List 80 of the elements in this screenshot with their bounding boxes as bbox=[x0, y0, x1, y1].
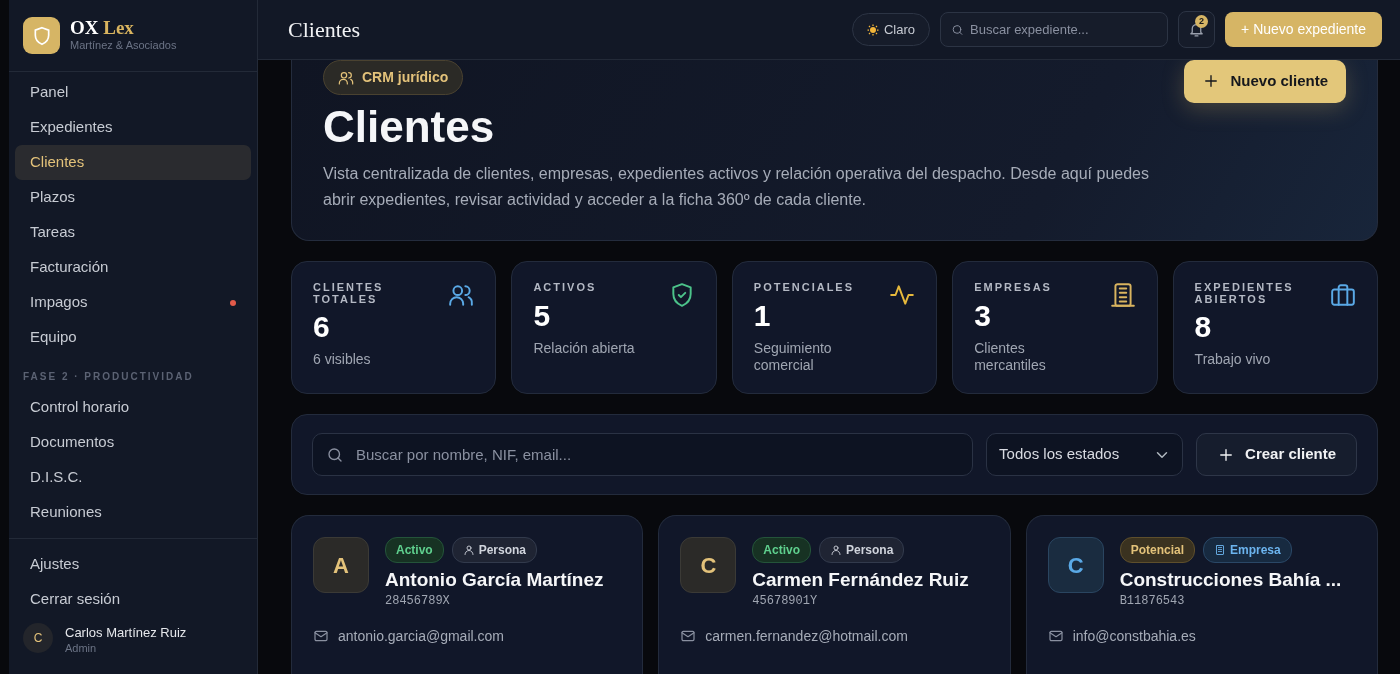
type-label: Persona bbox=[846, 542, 894, 560]
client-name: Construcciones Bahía ... bbox=[1119, 569, 1342, 592]
stat-note: Seguimiento comercial bbox=[753, 339, 833, 374]
nav-item[interactable]: Tareas bbox=[15, 215, 251, 250]
client-card[interactable]: C Potencial Empresa Construcciones Bahía ... B11876543 info@constbahia.es bbox=[1025, 515, 1378, 674]
section-label: FASE 2 · PRODUCTIVIDAD bbox=[22, 370, 195, 384]
search-icon bbox=[951, 23, 965, 36]
person-icon bbox=[462, 544, 475, 557]
client-card[interactable]: A Activo Persona Antonio García Martínez 28456789X antonio.garcia@gmail.com bbox=[291, 515, 644, 674]
client-name: Carmen Fernández Ruiz bbox=[752, 569, 969, 592]
sun-icon bbox=[867, 23, 879, 36]
nav-item[interactable]: Documentos bbox=[15, 425, 251, 460]
client-nif: 45678901Y bbox=[752, 593, 819, 610]
user-name: Carlos Martínez Ruiz bbox=[65, 624, 187, 642]
stat-note: 6 visibles bbox=[313, 351, 372, 369]
status-badge: Potencial bbox=[1119, 537, 1195, 564]
nav-item[interactable]: Facturación bbox=[15, 250, 251, 285]
stat-value: 6 bbox=[313, 309, 331, 346]
nav-item[interactable]: Impagos bbox=[15, 285, 251, 320]
users-icon bbox=[338, 69, 354, 86]
nav-item[interactable]: Plazos bbox=[15, 180, 251, 215]
users-icon bbox=[448, 282, 475, 309]
stat-label: EMPRESAS bbox=[974, 282, 1053, 294]
nav-item[interactable]: Panel bbox=[15, 75, 251, 110]
user-avatar: C bbox=[23, 623, 53, 654]
client-card[interactable]: C Activo Persona Carmen Fernández Ruiz 45678901Y carmen.fernandez@hotmail.com bbox=[658, 515, 1011, 674]
building-icon bbox=[1109, 282, 1136, 309]
user-role: Admin bbox=[65, 642, 98, 654]
client-email: info@constbahia.es bbox=[1072, 627, 1196, 646]
stat-value: 5 bbox=[533, 297, 552, 334]
nav-item[interactable]: Reuniones bbox=[15, 495, 251, 530]
nav-item[interactable]: Equipo bbox=[15, 320, 251, 355]
stat-value: 1 bbox=[753, 297, 772, 334]
nav-item[interactable]: Control horario bbox=[15, 390, 251, 425]
type-label: Persona bbox=[478, 542, 527, 560]
person-icon bbox=[830, 544, 842, 557]
nav-item[interactable]: Ajustes bbox=[15, 547, 251, 582]
stat-label: EXPEDIENTES ABIERTOS bbox=[1194, 282, 1295, 306]
client-avatar: C bbox=[680, 537, 737, 594]
stat-note: Clientes mercantiles bbox=[974, 339, 1047, 374]
new-client-button[interactable]: Nuevo cliente bbox=[1184, 60, 1346, 103]
status-select[interactable]: Todos los estados bbox=[986, 433, 1184, 477]
nav-item[interactable]: D.I.S.C. bbox=[15, 460, 251, 495]
client-search-field[interactable]: Buscar por nombre, NIF, email... bbox=[312, 433, 974, 477]
stat-value: 3 bbox=[974, 297, 992, 334]
stat-note: Trabajo vivo bbox=[1194, 351, 1272, 369]
nav-item[interactable]: Cerrar sesión bbox=[15, 582, 251, 617]
nav-item[interactable]: Expedientes bbox=[15, 110, 251, 145]
brand-subtitle: Martínez & Asociados bbox=[70, 37, 177, 53]
logo-icon bbox=[23, 17, 60, 54]
stat-value: 8 bbox=[1194, 309, 1213, 346]
nav-item[interactable]: Clientes bbox=[15, 145, 251, 180]
stat-label: ACTIVOS bbox=[533, 282, 598, 294]
notifications-button[interactable]: 2 bbox=[1178, 11, 1216, 48]
section-tag: CRM jurídico bbox=[323, 60, 464, 95]
page-title: Clientes bbox=[288, 16, 361, 44]
briefcase-icon bbox=[1330, 282, 1356, 309]
stat-label: CLIENTES TOTALES bbox=[313, 282, 385, 306]
client-nif: B11876543 bbox=[1119, 593, 1186, 610]
client-name: Antonio García Martínez bbox=[385, 569, 604, 592]
client-email: carmen.fernandez@hotmail.com bbox=[705, 627, 908, 646]
client-email: antonio.garcia@gmail.com bbox=[338, 627, 504, 646]
status-badge: Activo bbox=[752, 537, 811, 564]
search-icon bbox=[326, 445, 344, 464]
building-icon bbox=[1214, 544, 1226, 557]
create-client-button[interactable]: Crear cliente bbox=[1196, 433, 1357, 477]
alert-dot bbox=[230, 299, 236, 306]
client-nif: 28456789X bbox=[385, 593, 451, 610]
status-badge: Activo bbox=[385, 537, 444, 564]
search-field[interactable]: Buscar expediente... bbox=[940, 12, 1169, 47]
hero-title: Clientes bbox=[323, 105, 496, 149]
type-label: Empresa bbox=[1230, 542, 1281, 560]
stat-note: Relación abierta bbox=[533, 339, 635, 357]
client-avatar: C bbox=[1047, 537, 1104, 594]
hero-description: Vista centralizada de clientes, empresas, expedientes activos y relación operativa del despacho. Desde aquí puedes abrir expedientes, revisar actividad y acceder a la ficha 360º de cada cliente. bbox=[323, 164, 1150, 210]
theme-button[interactable]: Claro bbox=[852, 12, 931, 47]
notification-count: 2 bbox=[1195, 15, 1209, 28]
brand-name: OX Lex bbox=[70, 17, 135, 37]
client-avatar: A bbox=[313, 537, 369, 594]
stat-label: POTENCIALES bbox=[753, 282, 856, 294]
